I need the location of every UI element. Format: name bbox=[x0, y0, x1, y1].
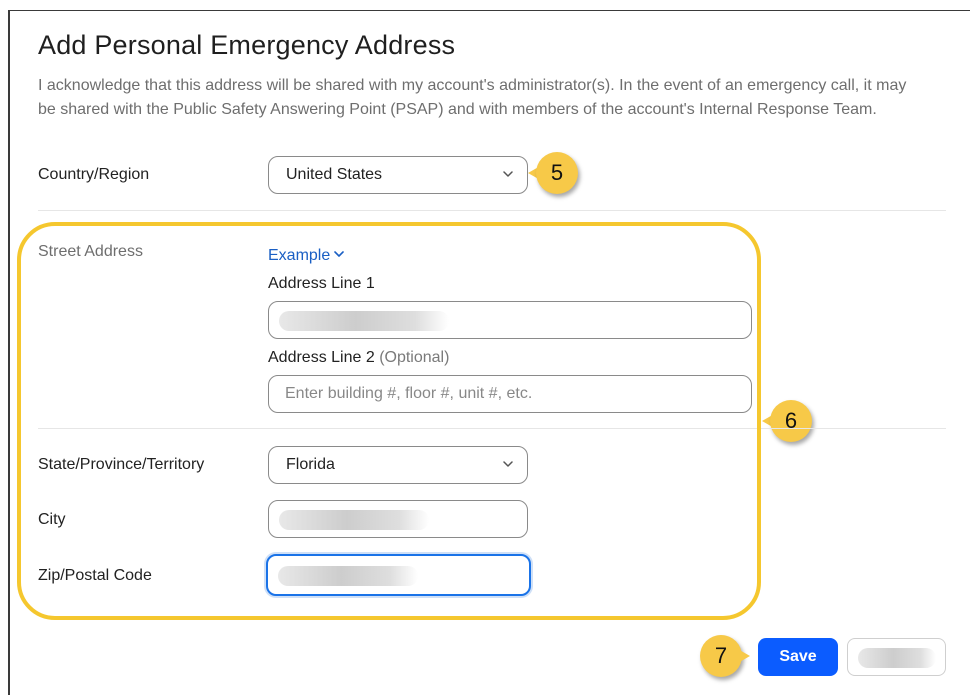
page-title: Add Personal Emergency Address bbox=[38, 30, 456, 60]
window-left-border bbox=[8, 10, 10, 695]
callout-7: 7 bbox=[700, 635, 750, 677]
redacted-label bbox=[858, 648, 936, 668]
cancel-button[interactable] bbox=[847, 638, 946, 676]
callout-5: 5 bbox=[528, 152, 578, 194]
callout-6: 6 bbox=[762, 400, 812, 442]
section-divider bbox=[38, 210, 946, 211]
highlight-box bbox=[17, 222, 761, 620]
acknowledgement-text: I acknowledge that this address will be … bbox=[38, 77, 907, 118]
country-region-select[interactable]: United States bbox=[268, 156, 528, 194]
country-region-label: Country/Region bbox=[38, 166, 150, 183]
save-button[interactable]: Save bbox=[758, 638, 838, 676]
window-top-border bbox=[8, 10, 970, 11]
chevron-down-icon bbox=[503, 169, 513, 179]
country-region-value: United States bbox=[286, 166, 383, 183]
